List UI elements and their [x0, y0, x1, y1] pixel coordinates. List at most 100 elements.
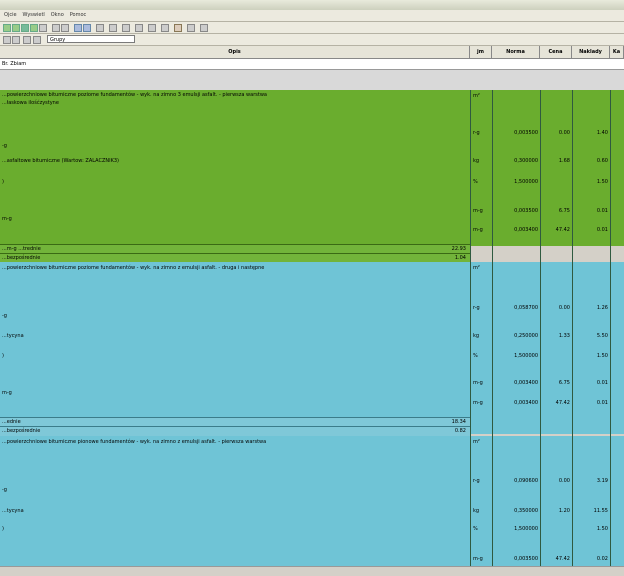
cena-cell: 0.00 — [558, 305, 570, 311]
norma-cell: 0,350000 — [514, 508, 538, 514]
open-icon[interactable] — [12, 24, 20, 32]
move-down-icon[interactable] — [135, 24, 143, 32]
position-block-1[interactable] — [0, 90, 624, 246]
col-opis[interactable]: Opis — [0, 46, 470, 58]
cena-cell: 0.00 — [558, 130, 570, 136]
sum-value: 1.04 — [454, 255, 466, 261]
naklady-cell: 0.01 — [596, 227, 608, 233]
naklady-cell: 11.55 — [593, 508, 608, 514]
expand-icon[interactable] — [3, 36, 11, 44]
toolbar-main — [0, 22, 624, 34]
sum-value: 0.82 — [454, 428, 466, 434]
menu-item[interactable]: Wyswietl — [22, 10, 44, 21]
position-block-3[interactable] — [0, 436, 624, 566]
position-title: ...powierzchniowe bitumiczne pionowe fun… — [2, 439, 267, 445]
norma-cell: 0,058700 — [514, 305, 538, 311]
delete-icon[interactable] — [109, 24, 117, 32]
cena-cell: 47.42 — [555, 400, 570, 406]
row-label: ...tycyna — [2, 333, 24, 339]
sum-label: ...ednie — [2, 419, 21, 425]
redo-icon[interactable] — [83, 24, 91, 32]
menu-item[interactable]: Okno — [51, 10, 64, 21]
naklady-cell: 1.40 — [596, 130, 608, 136]
move-up-icon[interactable] — [122, 24, 130, 32]
level-icon[interactable] — [23, 36, 31, 44]
new-icon[interactable] — [3, 24, 11, 32]
jm-cell: kg — [473, 508, 480, 514]
norma-cell: 0,003400 — [514, 400, 538, 406]
position-block-2[interactable] — [0, 262, 624, 434]
position-subtitle: ...łaskowa ilośćzystyne — [2, 100, 59, 106]
norma-cell: 1,500000 — [514, 179, 538, 185]
jm-cell: m² — [473, 93, 480, 99]
menu-item[interactable]: Pomoc — [70, 10, 87, 21]
cut-icon[interactable] — [39, 24, 47, 32]
row-label: ) — [2, 179, 4, 185]
position-title: ...powierzchniowe bitumiczne poziome fun… — [2, 265, 265, 271]
position-title: ...powierzchniowe bitumiczne poziome fun… — [2, 92, 267, 98]
collapse-icon[interactable] — [12, 36, 20, 44]
save-icon[interactable] — [21, 24, 29, 32]
sum-label: ...bezpośrednie — [2, 255, 41, 261]
copy-icon[interactable] — [52, 24, 60, 32]
cena-cell: 1.20 — [558, 508, 570, 514]
jm-cell: r-g — [473, 130, 480, 136]
dropdown-arrow-icon[interactable] — [33, 36, 41, 44]
window-titlebar — [0, 0, 624, 10]
col-naklady[interactable]: Naklady — [572, 46, 610, 58]
row-label: -g — [2, 143, 7, 149]
menu-item[interactable]: Ojcie — [4, 10, 17, 21]
norma-cell: 0,300000 — [514, 158, 538, 164]
menu-bar: Ojcie Wyswietl Okno Pomoc — [0, 10, 624, 22]
jm-cell: % — [473, 179, 478, 185]
paste-icon[interactable] — [61, 24, 69, 32]
jm-cell: m-g — [473, 556, 483, 562]
jm-cell: m-g — [473, 400, 483, 406]
insert-icon[interactable] — [96, 24, 104, 32]
norma-cell: 0,003500 — [514, 130, 538, 136]
row-label: m-g — [2, 216, 12, 222]
calculator-icon[interactable] — [174, 24, 182, 32]
undo-icon[interactable] — [74, 24, 82, 32]
naklady-cell: 3.19 — [596, 478, 608, 484]
jm-cell: m² — [473, 439, 480, 445]
cena-cell: 47.42 — [555, 227, 570, 233]
jm-cell: r-g — [473, 305, 480, 311]
filter-icon[interactable] — [161, 24, 169, 32]
jm-cell: kg — [473, 158, 480, 164]
naklady-cell: 1.50 — [596, 353, 608, 359]
naklady-cell: 0.01 — [596, 400, 608, 406]
cena-cell: 47.42 — [555, 556, 570, 562]
col-jm[interactable]: jm — [470, 46, 492, 58]
col-norma[interactable]: Norma — [492, 46, 540, 58]
column-divider — [470, 90, 471, 566]
jm-cell: % — [473, 353, 478, 359]
row-label: ) — [2, 526, 4, 532]
row-label: ) — [2, 353, 4, 359]
col-cena[interactable]: Cena — [540, 46, 572, 58]
sort-icon[interactable] — [148, 24, 156, 32]
print-icon[interactable] — [30, 24, 38, 32]
jm-cell: kg — [473, 333, 480, 339]
sum-value: 22.93 — [451, 246, 466, 252]
naklady-cell: 1.50 — [596, 179, 608, 185]
view-select[interactable]: Grupy — [47, 35, 135, 43]
norma-cell: 0,003400 — [514, 227, 538, 233]
naklady-cell: 0.01 — [596, 380, 608, 386]
table-header: Opis jm Norma Cena Naklady Ka — [0, 46, 624, 59]
column-divider — [540, 90, 541, 566]
help-icon[interactable] — [200, 24, 208, 32]
norma-cell: 1,500000 — [514, 526, 538, 532]
col-ka[interactable]: Ka — [610, 46, 624, 58]
norma-cell: 1,500000 — [514, 353, 538, 359]
cena-cell: 1.33 — [558, 333, 570, 339]
name-field[interactable]: Br. Zbiam — [0, 59, 624, 70]
naklady-cell: 5.50 — [596, 333, 608, 339]
settings-icon[interactable] — [187, 24, 195, 32]
row-label: ...asfaltowe bitumiczne (Wartow: ZALACZN… — [2, 158, 120, 164]
naklady-cell: 1.26 — [596, 305, 608, 311]
jm-cell: m-g — [473, 380, 483, 386]
sum-label: ...m-g ...trednie — [2, 246, 41, 252]
row-label: ...tycyna — [2, 508, 24, 514]
norma-cell: 0,003400 — [514, 380, 538, 386]
